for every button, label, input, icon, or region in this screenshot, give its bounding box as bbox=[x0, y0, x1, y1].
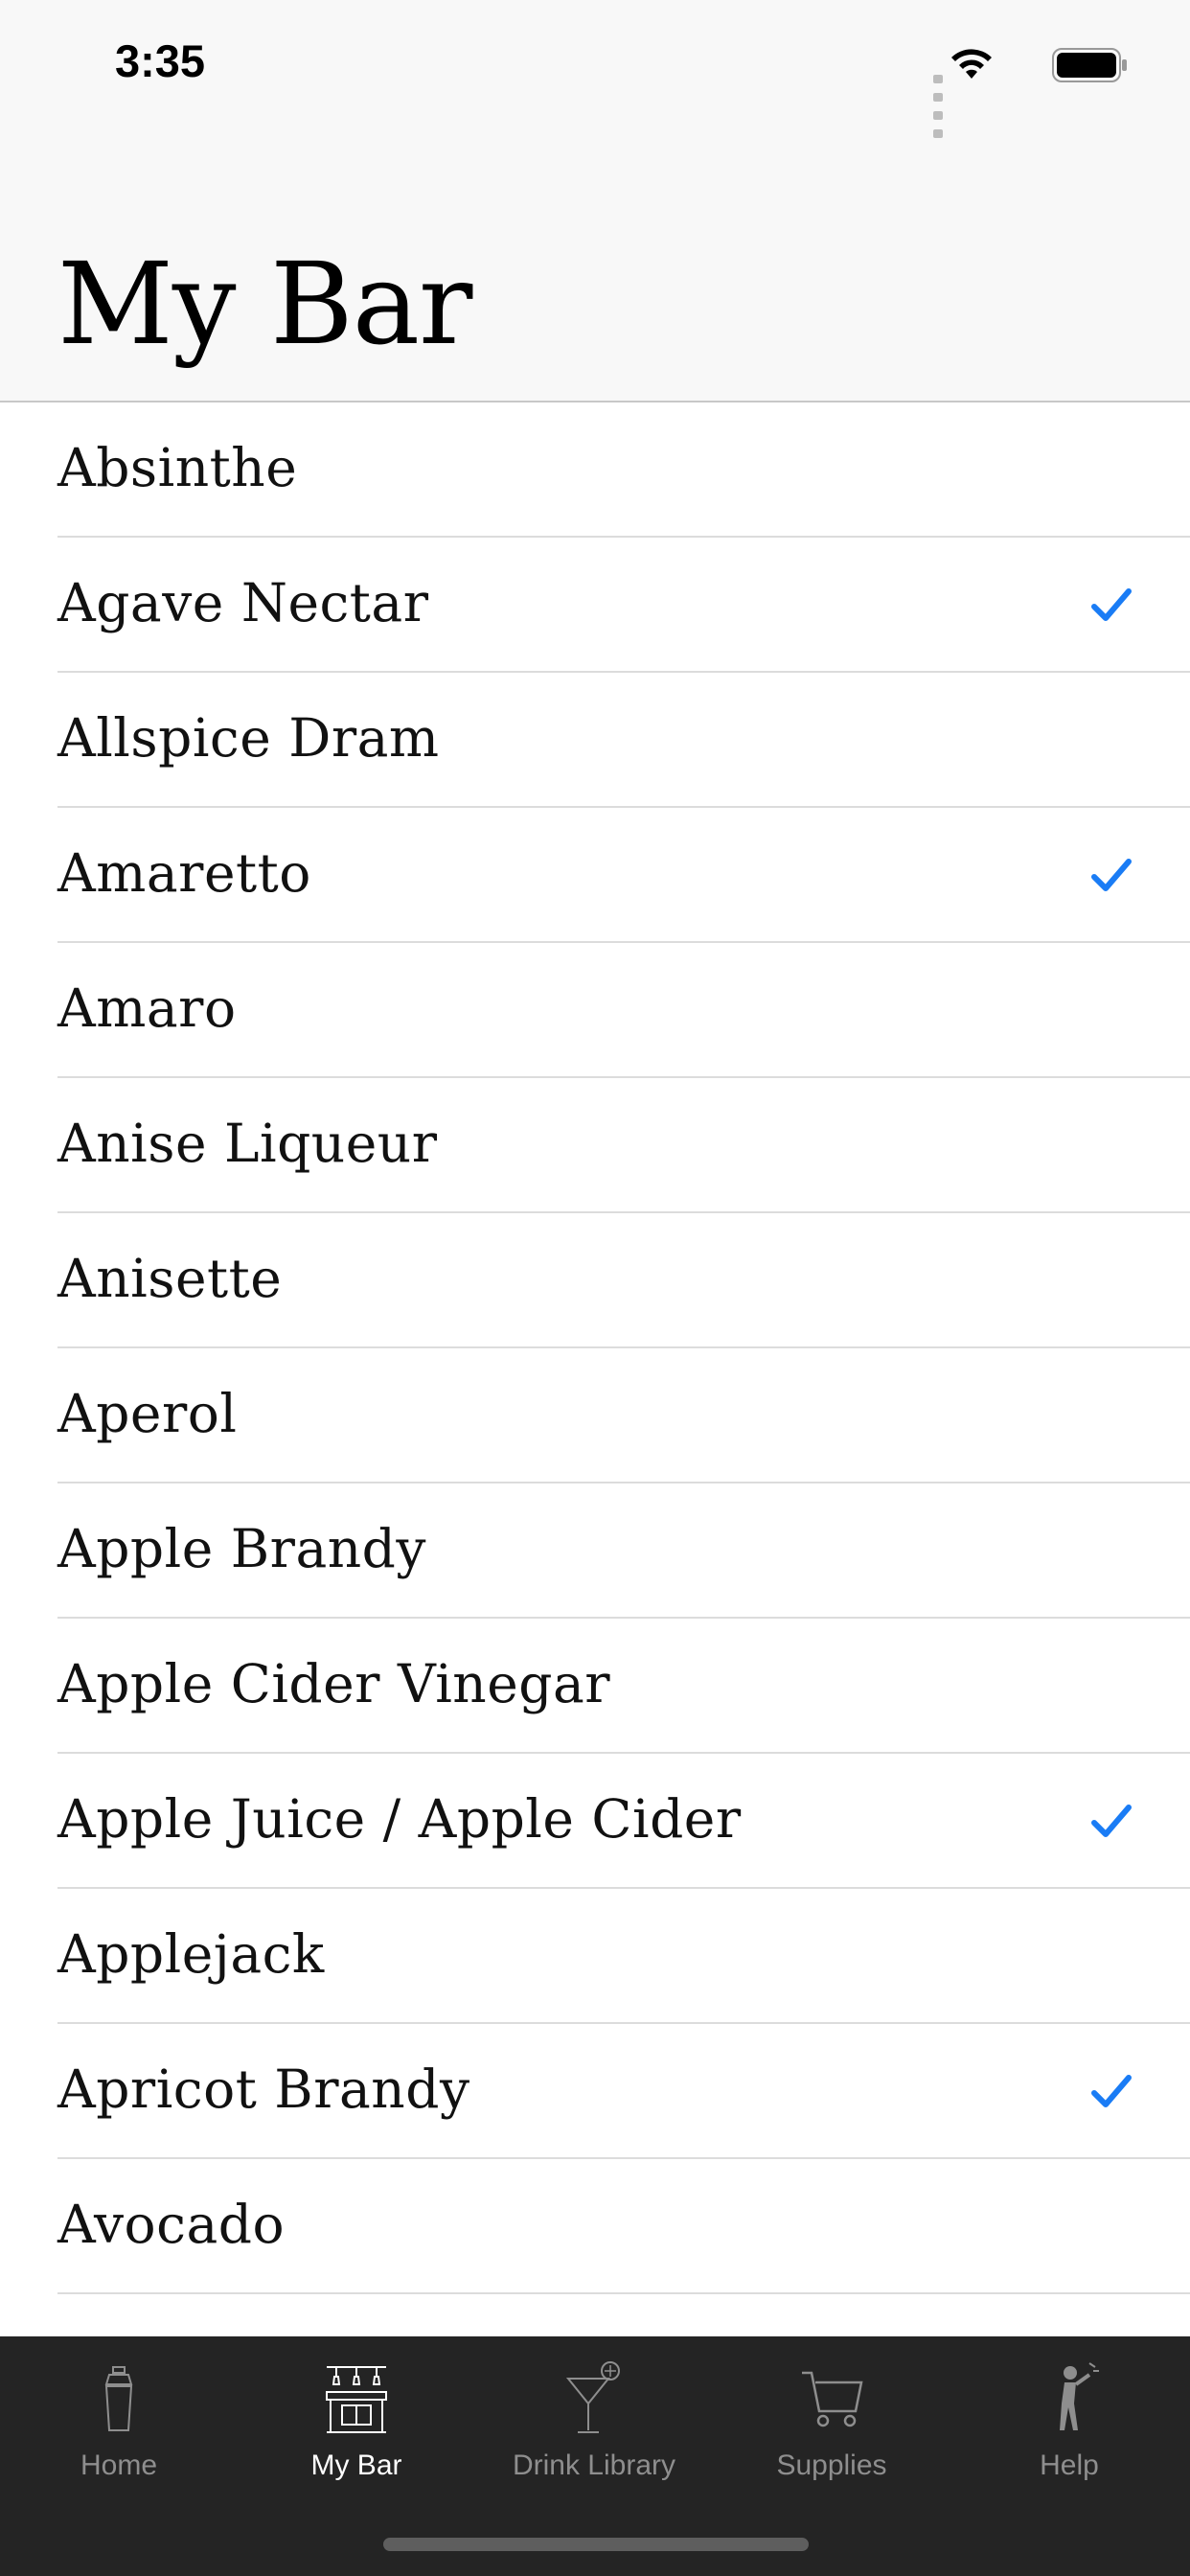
cart-icon bbox=[802, 2371, 863, 2427]
list-item-label: Apricot Brandy bbox=[57, 2058, 470, 2120]
list-item-label: Amaro bbox=[57, 978, 237, 1039]
tab-label: Drink Library bbox=[512, 2450, 676, 2481]
list-item-label: Agave Nectar bbox=[57, 572, 429, 633]
tab-drink-library[interactable]: Drink Library bbox=[475, 2356, 713, 2518]
tab-supplies[interactable]: Supplies bbox=[713, 2356, 950, 2518]
list-item-label: Anisette bbox=[57, 1248, 283, 1309]
home-indicator[interactable] bbox=[383, 2538, 809, 2551]
list-item[interactable]: Amaretto bbox=[57, 808, 1190, 943]
list-item-label: Amaretto bbox=[57, 842, 311, 904]
shaker-icon bbox=[104, 2366, 133, 2431]
tab-label: Home bbox=[80, 2450, 158, 2481]
cocktail-glass-icon bbox=[565, 2361, 620, 2433]
list-item[interactable]: Apple Cider Vinegar bbox=[57, 1619, 1190, 1754]
page-title: My Bar bbox=[57, 238, 472, 370]
tab-label: Supplies bbox=[776, 2450, 887, 2481]
list-item[interactable]: Applejack bbox=[57, 1889, 1190, 2024]
list-item-label: Avocado bbox=[57, 2194, 286, 2255]
list-item[interactable]: Absinthe bbox=[57, 402, 1190, 538]
list-item-label: Aperol bbox=[57, 1383, 238, 1444]
wifi-icon bbox=[947, 44, 996, 86]
list-item[interactable]: Anise Liqueur bbox=[57, 1078, 1190, 1213]
battery-icon bbox=[1052, 48, 1129, 86]
list-item[interactable]: Amaro bbox=[57, 943, 1190, 1078]
tab-my-bar[interactable]: My Bar bbox=[238, 2356, 475, 2518]
list-item[interactable]: Aperol bbox=[57, 1348, 1190, 1484]
bartender-icon bbox=[1060, 2362, 1099, 2430]
list-item[interactable]: Apricot Brandy bbox=[57, 2024, 1190, 2159]
bar-icon bbox=[326, 2366, 387, 2433]
list-item[interactable]: Apple Juice / Apple Cider bbox=[57, 1754, 1190, 1889]
ingredient-list: Absinthe Agave Nectar Allspice Dram Amarett… bbox=[0, 402, 1190, 2294]
checkmark-icon bbox=[1090, 2072, 1133, 2110]
list-item-label: Allspice Dram bbox=[57, 707, 440, 769]
list-item-label: Apple Brandy bbox=[57, 1518, 426, 1579]
list-item[interactable]: Apple Brandy bbox=[57, 1484, 1190, 1619]
tab-label: Help bbox=[1040, 2450, 1099, 2481]
checkmark-icon bbox=[1090, 856, 1133, 894]
list-item[interactable]: Agave Nectar bbox=[57, 538, 1190, 673]
cellular-signal-icon bbox=[928, 69, 943, 142]
status-time: 3:35 bbox=[115, 35, 206, 86]
tab-home[interactable]: Home bbox=[0, 2356, 238, 2518]
list-item[interactable]: Allspice Dram bbox=[57, 673, 1190, 808]
navigation-header: 3:35 My Bar bbox=[0, 0, 1190, 402]
checkmark-icon bbox=[1090, 586, 1133, 624]
list-item-label: Anise Liqueur bbox=[57, 1113, 438, 1174]
list-item-label: Apple Cider Vinegar bbox=[57, 1653, 611, 1714]
list-item-label: Absinthe bbox=[57, 437, 298, 498]
list-item[interactable]: Avocado bbox=[57, 2159, 1190, 2294]
list-item-label: Applejack bbox=[57, 1923, 325, 1985]
tab-help[interactable]: Help bbox=[950, 2356, 1188, 2518]
tab-label: My Bar bbox=[310, 2450, 402, 2481]
list-item[interactable]: Anisette bbox=[57, 1213, 1190, 1348]
checkmark-icon bbox=[1090, 1802, 1133, 1840]
list-item-label: Apple Juice / Apple Cider bbox=[57, 1788, 742, 1850]
